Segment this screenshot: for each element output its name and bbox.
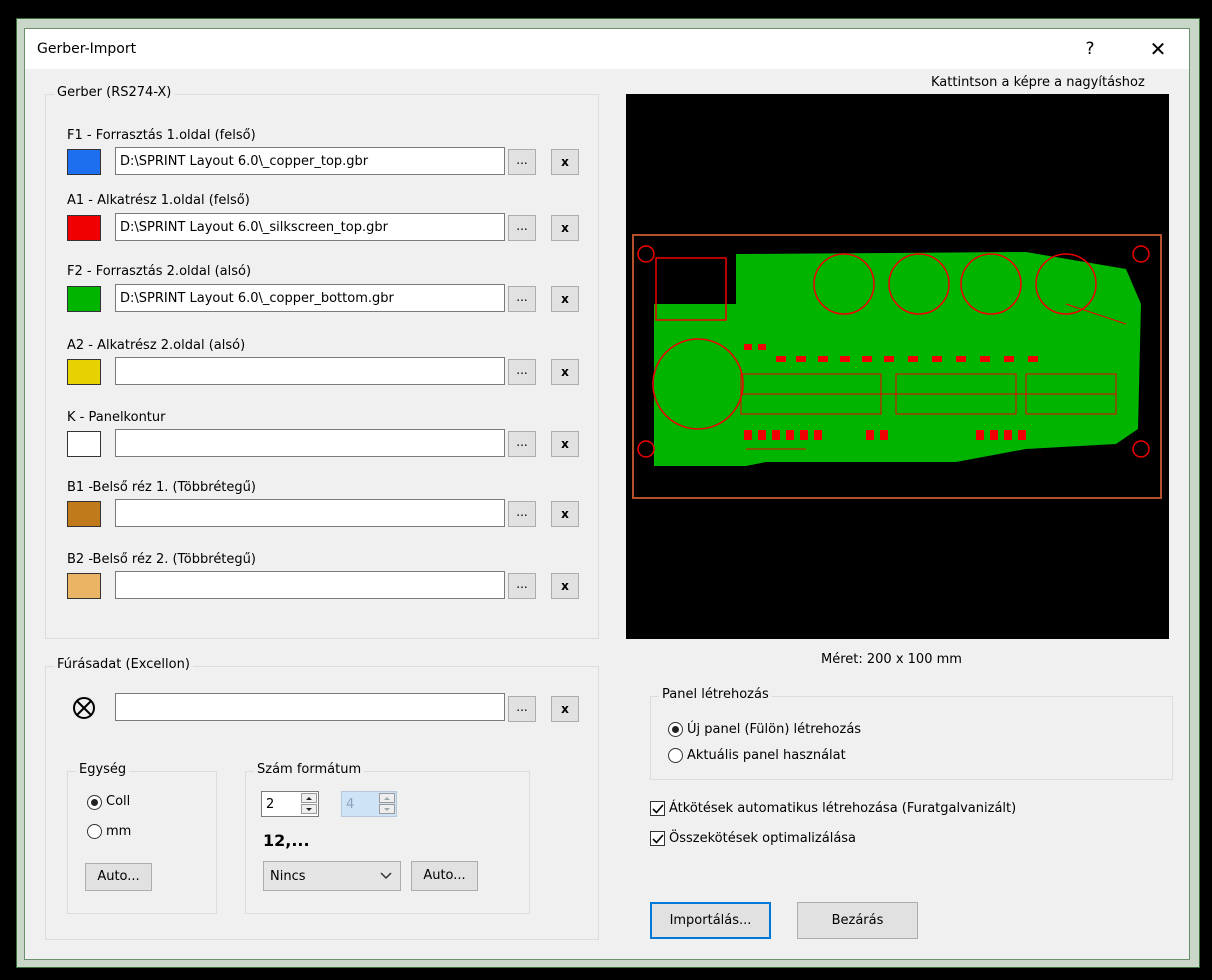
layer-file-path[interactable] bbox=[115, 499, 505, 527]
panel-new-label[interactable]: Új panel (Fülön) létrehozás bbox=[687, 722, 861, 737]
layer-color-swatch[interactable] bbox=[67, 501, 101, 527]
drill-browse-button[interactable]: ... bbox=[508, 696, 536, 722]
board-size-text: Méret: 200 x 100 mm bbox=[821, 652, 962, 667]
chevron-down-icon[interactable] bbox=[380, 872, 392, 880]
checkmark-icon bbox=[652, 804, 664, 814]
zero-suppression-value[interactable]: Nincs bbox=[270, 869, 306, 884]
drill-clear-button[interactable]: x bbox=[551, 696, 579, 722]
layer-color-swatch[interactable] bbox=[67, 573, 101, 599]
layer-file-path[interactable]: D:\SPRINT Layout 6.0\_copper_bottom.gbr bbox=[115, 284, 505, 312]
browse-button[interactable]: ... bbox=[508, 431, 536, 457]
spin-up-icon bbox=[379, 793, 395, 803]
unit-mm-radio[interactable] bbox=[87, 824, 102, 839]
clear-button[interactable]: x bbox=[551, 431, 579, 457]
layer-color-swatch[interactable] bbox=[67, 215, 101, 241]
drill-file-path[interactable] bbox=[115, 693, 505, 721]
layer-file-path[interactable]: D:\SPRINT Layout 6.0\_silkscreen_top.gbr bbox=[115, 213, 505, 241]
unit-mm-label[interactable]: mm bbox=[106, 824, 131, 839]
browse-button[interactable]: ... bbox=[508, 215, 536, 241]
layer-file-path[interactable] bbox=[115, 357, 505, 385]
layer-label: K - Panelkontur bbox=[67, 410, 166, 425]
clear-button[interactable]: x bbox=[551, 286, 579, 312]
layer-file-path[interactable]: D:\SPRINT Layout 6.0\_copper_top.gbr bbox=[115, 147, 505, 175]
unit-coll-label[interactable]: Coll bbox=[106, 794, 130, 809]
decimal-digits-value: 4 bbox=[346, 797, 355, 812]
layer-label: F2 - Forrasztás 2.oldal (alsó) bbox=[67, 264, 252, 279]
close-icon[interactable]: ✕ bbox=[1150, 37, 1167, 61]
browse-button[interactable]: ... bbox=[508, 573, 536, 599]
layer-label: A1 - Alkatrész 1.oldal (felső) bbox=[67, 193, 250, 208]
clear-button[interactable]: x bbox=[551, 359, 579, 385]
panel-group-legend: Panel létrehozás bbox=[659, 687, 772, 702]
drill-group-legend: Fúrásadat (Excellon) bbox=[54, 657, 193, 672]
layer-label: A2 - Alkatrész 2.oldal (alsó) bbox=[67, 338, 246, 353]
pcb-preview[interactable] bbox=[626, 94, 1169, 639]
layer-color-swatch[interactable] bbox=[67, 286, 101, 312]
integer-digits-value[interactable]: 2 bbox=[266, 797, 274, 812]
unit-coll-radio[interactable] bbox=[87, 795, 102, 810]
integer-digits-spinner[interactable]: 2 bbox=[261, 791, 319, 817]
layer-color-swatch[interactable] bbox=[67, 431, 101, 457]
browse-button[interactable]: ... bbox=[508, 149, 536, 175]
decimal-digits-spinner: 4 bbox=[341, 791, 397, 817]
panel-current-radio[interactable] bbox=[668, 748, 683, 763]
checkmark-icon bbox=[652, 834, 664, 844]
spin-down-icon[interactable] bbox=[301, 804, 317, 814]
close-window-button[interactable]: ✕ bbox=[1141, 35, 1175, 63]
auto-vias-label[interactable]: Átkötések automatikus létrehozása (Furat… bbox=[669, 801, 1016, 816]
number-format-legend: Szám formátum bbox=[254, 762, 365, 777]
circle-x-icon bbox=[71, 695, 97, 721]
unit-auto-button[interactable]: Auto... bbox=[85, 863, 152, 891]
browse-button[interactable]: ... bbox=[508, 501, 536, 527]
layer-label: B2 -Belső réz 2. (Többrétegű) bbox=[67, 552, 256, 567]
layer-file-path[interactable] bbox=[115, 429, 505, 457]
layer-file-path[interactable] bbox=[115, 571, 505, 599]
pcb-preview-image[interactable] bbox=[626, 94, 1169, 639]
auto-vias-checkbox[interactable] bbox=[650, 801, 665, 816]
layer-label: B1 -Belső réz 1. (Többrétegű) bbox=[67, 480, 256, 495]
zero-suppression-select[interactable]: Nincs bbox=[263, 861, 401, 891]
number-format-example: 12,... bbox=[263, 831, 310, 850]
help-button[interactable]: ? bbox=[1075, 35, 1105, 63]
browse-button[interactable]: ... bbox=[508, 286, 536, 312]
title-bar: Gerber-Import ? ✕ bbox=[25, 29, 1189, 69]
clear-button[interactable]: x bbox=[551, 215, 579, 241]
clear-button[interactable]: x bbox=[551, 573, 579, 599]
optimize-connections-label[interactable]: Összekötések optimalizálása bbox=[669, 831, 856, 846]
help-icon[interactable]: ? bbox=[1085, 39, 1094, 59]
format-auto-button[interactable]: Auto... bbox=[411, 861, 478, 891]
panel-group: Panel létrehozás bbox=[650, 687, 1173, 780]
spin-up-icon[interactable] bbox=[301, 793, 317, 803]
panel-new-radio[interactable] bbox=[668, 722, 683, 737]
unit-group-legend: Egység bbox=[76, 762, 130, 777]
panel-current-label[interactable]: Aktuális panel használat bbox=[687, 748, 846, 763]
layer-color-swatch[interactable] bbox=[67, 149, 101, 175]
import-button[interactable]: Importálás... bbox=[650, 902, 771, 939]
layer-color-swatch[interactable] bbox=[67, 359, 101, 385]
gerber-group-legend: Gerber (RS274-X) bbox=[54, 85, 175, 100]
unit-group: Egység bbox=[67, 762, 217, 914]
preview-hint: Kattintson a képre a nagyításhoz bbox=[931, 75, 1145, 90]
layer-label: F1 - Forrasztás 1.oldal (felső) bbox=[67, 128, 256, 143]
browse-button[interactable]: ... bbox=[508, 359, 536, 385]
clear-button[interactable]: x bbox=[551, 501, 579, 527]
spin-down-icon bbox=[379, 804, 395, 814]
clear-button[interactable]: x bbox=[551, 149, 579, 175]
optimize-connections-checkbox[interactable] bbox=[650, 831, 665, 846]
gerber-import-dialog: Gerber-Import ? ✕ Gerber (RS274-X) F1 - … bbox=[24, 28, 1190, 960]
close-button[interactable]: Bezárás bbox=[797, 902, 918, 939]
window-title: Gerber-Import bbox=[37, 41, 137, 57]
